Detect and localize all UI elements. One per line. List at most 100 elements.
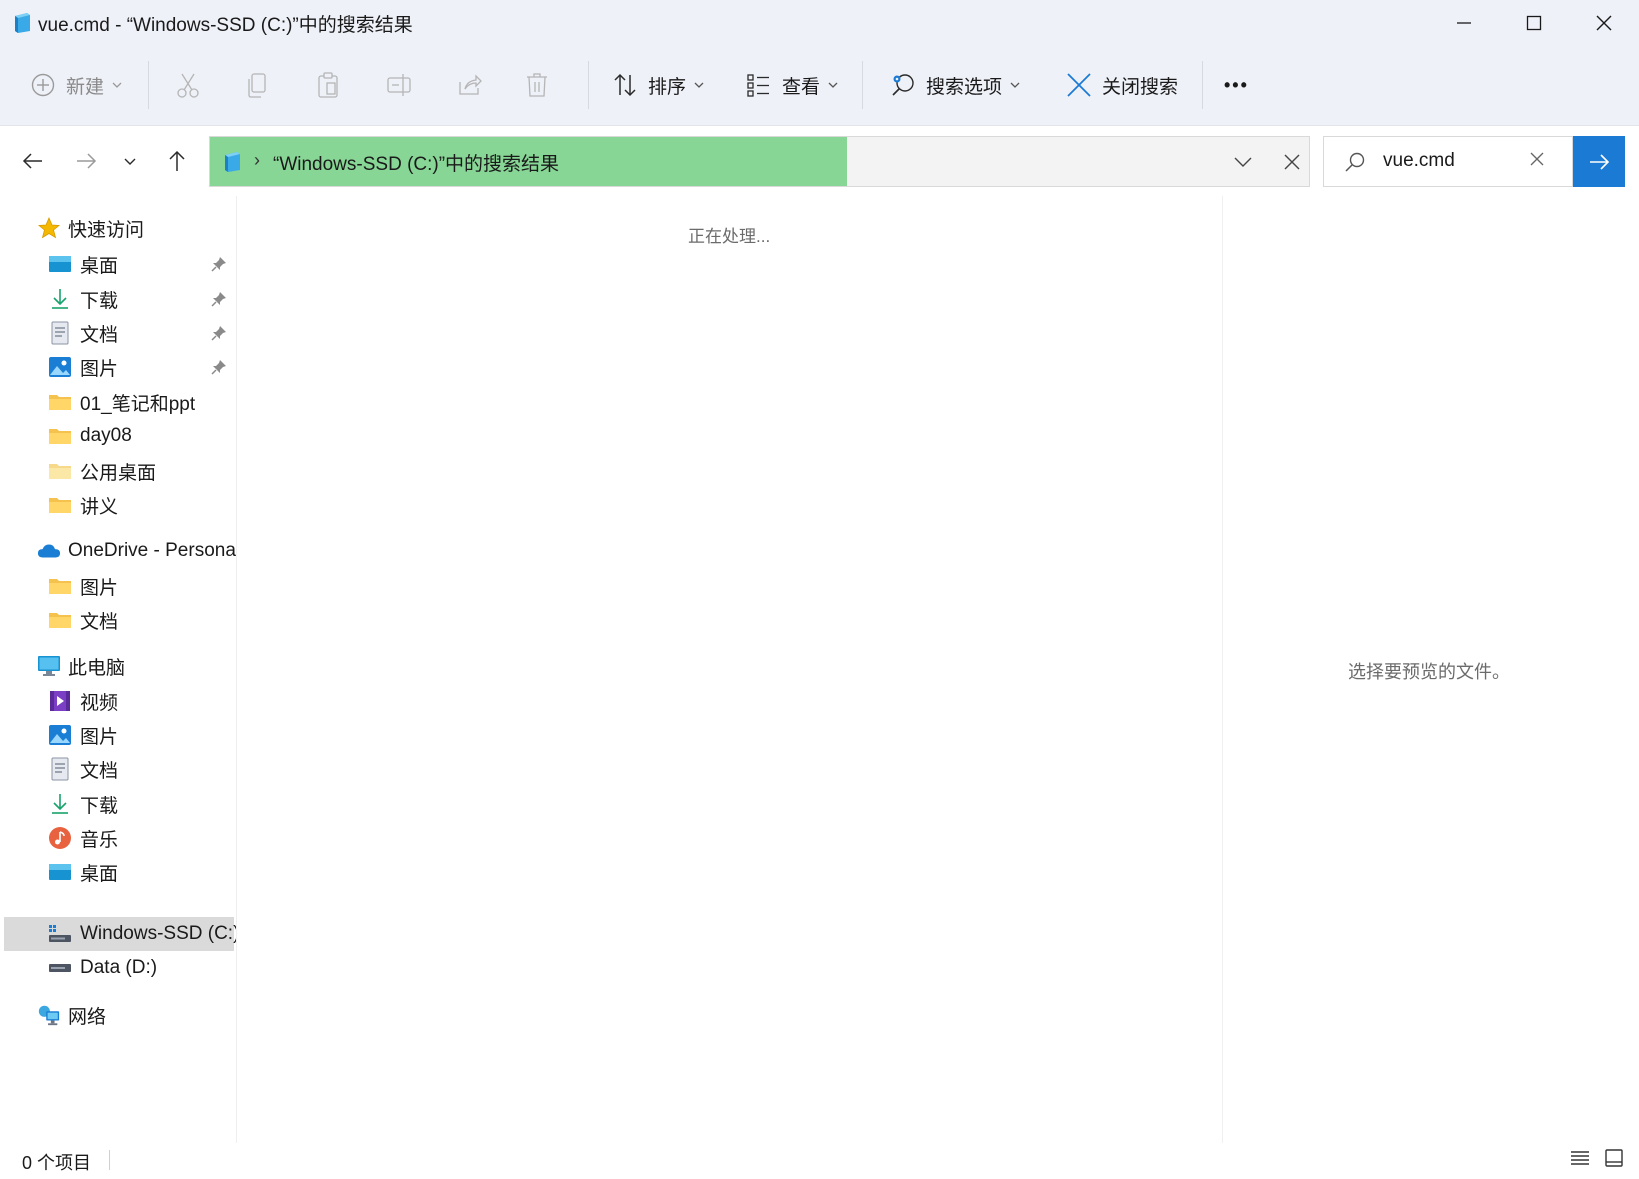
forward-button[interactable]	[66, 126, 106, 196]
view-button[interactable]: 查看	[746, 45, 838, 125]
breadcrumb-separator-icon[interactable]: ›	[254, 150, 260, 171]
preview-message: 选择要预览的文件。	[1348, 662, 1510, 682]
copy-button[interactable]	[246, 45, 270, 125]
arrow-right-icon	[1590, 153, 1610, 170]
processing-status: 正在处理...	[688, 227, 771, 246]
details-view-icon[interactable]	[1570, 1148, 1590, 1168]
sidebar-item-folder[interactable]: 文档	[4, 603, 234, 637]
rename-button[interactable]	[386, 45, 414, 125]
sidebar-item-label: 下载	[80, 795, 119, 817]
video-icon	[48, 689, 72, 713]
copy-icon	[248, 73, 266, 98]
search-options-label: 搜索选项	[926, 76, 1003, 98]
sidebar-item-this-pc[interactable]: 此电脑	[4, 649, 234, 683]
sidebar-item-documents[interactable]: 文档	[4, 316, 234, 350]
up-button[interactable]	[157, 126, 197, 196]
rename-icon	[387, 74, 411, 96]
sidebar-item-label: 音乐	[80, 829, 119, 851]
sidebar-item-quick-access[interactable]: 快速访问	[4, 211, 234, 245]
network-icon	[37, 1003, 61, 1027]
desktop-icon	[48, 252, 72, 276]
chevron-down-icon	[1234, 157, 1252, 167]
address-clear-button[interactable]	[1267, 137, 1317, 186]
share-button[interactable]	[456, 45, 482, 125]
breadcrumb-current[interactable]: “Windows-SSD (C:)”中的搜索结果	[273, 149, 559, 176]
sidebar-item-label: OneDrive - Persona	[68, 540, 236, 561]
sidebar-item-desktop[interactable]: 桌面	[4, 855, 234, 889]
close-search-icon	[1067, 73, 1091, 97]
document-icon	[48, 757, 72, 781]
search-options-button[interactable]: 搜索选项	[890, 45, 1020, 125]
sidebar-item-windows-ssd[interactable]: Windows-SSD (C:)	[4, 917, 236, 951]
clear-search-icon[interactable]	[1529, 151, 1545, 167]
sidebar-item-folder[interactable]: 01_笔记和ppt	[4, 385, 234, 419]
sort-button[interactable]: 排序	[612, 45, 704, 125]
sidebar-item-folder[interactable]: 图片	[4, 569, 234, 603]
more-icon: •••	[1224, 74, 1249, 95]
computer-icon	[37, 654, 61, 678]
search-results-folder-icon	[225, 152, 240, 172]
new-button[interactable]: 新建	[30, 45, 122, 125]
sidebar-item-downloads[interactable]: 下载	[4, 282, 234, 316]
sidebar-item-folder[interactable]: day08	[4, 419, 234, 453]
more-button[interactable]: •••	[1224, 45, 1249, 125]
chevron-down-icon	[112, 82, 122, 88]
sidebar-item-label: 文档	[80, 760, 119, 782]
back-button[interactable]	[13, 126, 53, 196]
close-window-button[interactable]	[1569, 0, 1639, 45]
file-list-area[interactable]	[237, 196, 1222, 1143]
sidebar-item-label: 桌面	[80, 255, 119, 277]
sidebar-item-pictures[interactable]: 图片	[4, 350, 234, 384]
new-label: 新建	[66, 76, 105, 98]
delete-button[interactable]	[525, 45, 549, 125]
chevron-down-icon	[124, 158, 136, 165]
sidebar-item-onedrive[interactable]: OneDrive - Persona	[4, 534, 236, 568]
sidebar-item-downloads[interactable]: 下载	[4, 787, 234, 821]
sidebar-item-label: 图片	[80, 358, 119, 380]
sidebar-item-label: 快速访问	[68, 219, 145, 241]
status-bar	[0, 1143, 1639, 1179]
maximize-button[interactable]	[1499, 0, 1569, 45]
recent-locations-button[interactable]	[110, 126, 150, 196]
close-search-button[interactable]: 关闭搜索	[1066, 45, 1178, 125]
search-input[interactable]: vue.cmd	[1383, 150, 1455, 172]
cut-button[interactable]	[175, 45, 201, 125]
sidebar-item-label: 网络	[68, 1006, 107, 1028]
drive-icon	[48, 956, 72, 980]
address-history-button[interactable]	[1218, 137, 1268, 186]
sidebar-item-folder[interactable]: 公用桌面	[4, 454, 234, 488]
minimize-button[interactable]	[1429, 0, 1499, 45]
search-icon	[1345, 152, 1365, 172]
search-box[interactable]: vue.cmd	[1323, 136, 1573, 187]
address-bar[interactable]: › “Windows-SSD (C:)”中的搜索结果	[209, 136, 1310, 187]
download-icon	[48, 792, 72, 816]
chevron-down-icon	[828, 82, 838, 88]
large-icons-view-icon[interactable]	[1604, 1148, 1624, 1168]
paste-button[interactable]	[316, 45, 340, 125]
sidebar-item-label: 公用桌面	[80, 462, 157, 484]
scissors-icon	[177, 73, 199, 98]
sort-arrows-icon	[614, 73, 636, 97]
sidebar-item-desktop[interactable]: 桌面	[4, 247, 234, 281]
search-go-button[interactable]	[1573, 136, 1625, 187]
sidebar-item-folder[interactable]: 讲义	[4, 488, 234, 522]
window-title: vue.cmd - “Windows-SSD (C:)”中的搜索结果	[38, 15, 413, 36]
command-bar: 新建 排序 查看 搜索选项 关闭搜索 •••	[0, 45, 1639, 126]
sidebar-item-videos[interactable]: 视频	[4, 684, 234, 718]
sidebar-item-label: 文档	[80, 324, 119, 346]
close-search-label: 关闭搜索	[1102, 76, 1179, 98]
cloud-icon	[37, 539, 61, 563]
sidebar-item-documents[interactable]: 文档	[4, 752, 234, 786]
sidebar-item-data-drive[interactable]: Data (D:)	[4, 951, 234, 985]
view-label: 查看	[782, 76, 821, 98]
sidebar-item-pictures[interactable]: 图片	[4, 718, 234, 752]
item-count: 0 个项目	[22, 1153, 92, 1173]
sidebar-item-network[interactable]: 网络	[4, 998, 234, 1032]
sidebar-item-label: 文档	[80, 611, 119, 633]
toolbar-divider	[862, 61, 863, 109]
sidebar-item-music[interactable]: 音乐	[4, 821, 234, 855]
search-options-icon	[892, 74, 914, 96]
toolbar-divider	[588, 61, 589, 109]
folder-icon	[48, 459, 72, 483]
arrow-up-icon	[169, 150, 185, 171]
